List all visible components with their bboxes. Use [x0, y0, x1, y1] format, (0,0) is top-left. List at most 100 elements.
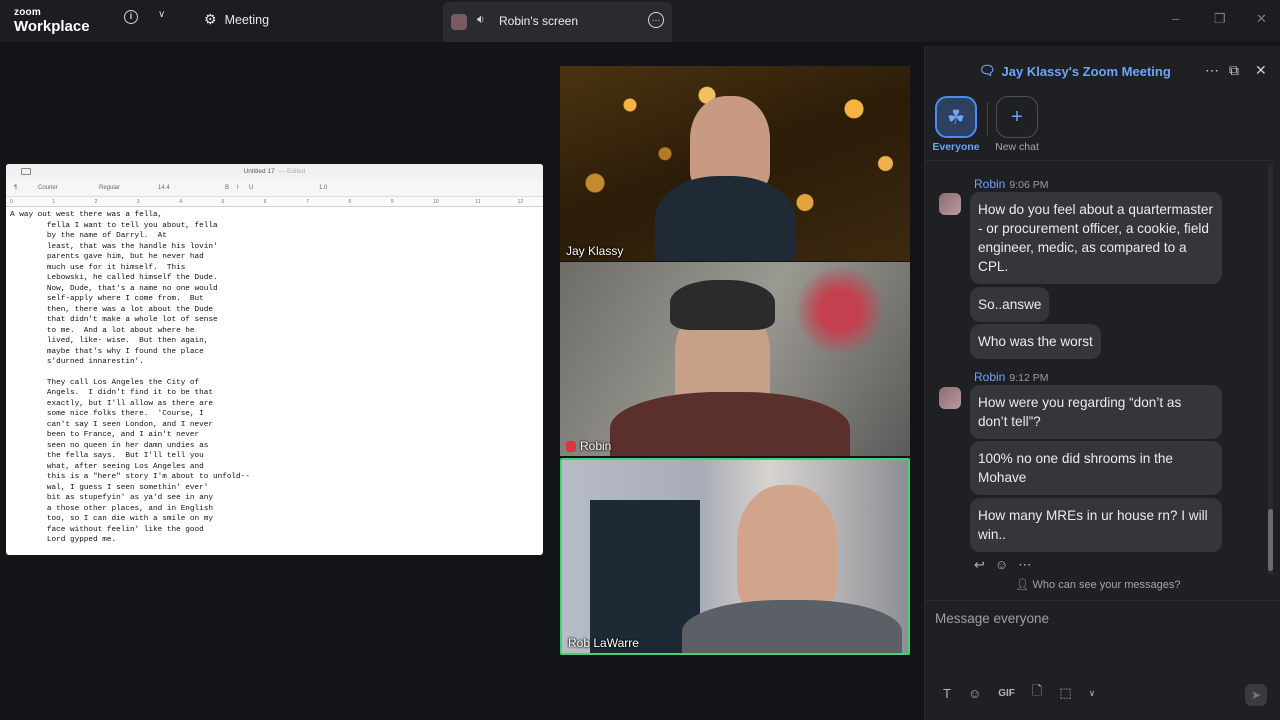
doc-line: then, there was a lot about the Dude: [10, 305, 213, 314]
doc-line: much use for it himself. This: [10, 263, 186, 272]
doc-ruler: 0 1 2 3 4 5 6 7 8 9 10 11 12: [6, 197, 543, 207]
video-tile-rob-lawarre[interactable]: Rob LaWarre: [560, 458, 910, 655]
participant-hat: [670, 280, 775, 330]
doc-toolbar-item[interactable]: Regular: [99, 185, 120, 191]
doc-toolbar-item[interactable]: U: [249, 185, 253, 191]
more-icon[interactable]: ⋯: [1205, 62, 1219, 79]
visibility-info[interactable]: 👤︎ Who can see your messages?: [925, 578, 1271, 591]
mic-muted-icon: [566, 440, 576, 452]
meeting-label: Meeting: [224, 12, 270, 27]
speaker-icon: 🔉︎: [477, 12, 485, 26]
participant-name: Jay Klassy: [566, 244, 623, 258]
doc-line: fella I want to tell you about, fella: [10, 221, 218, 230]
doc-line: They call Los Angeles the City of: [10, 378, 200, 387]
message-time: 9:12 PM: [1009, 372, 1049, 384]
doc-line: Lord gypped me.: [10, 536, 117, 544]
message-bubble[interactable]: How many MREs in ur house rn? I will win…: [970, 498, 1222, 552]
video-tile-jay-klassy[interactable]: Jay Klassy: [560, 66, 910, 261]
meeting-button[interactable]: ⚙ Meeting: [204, 11, 269, 28]
ruler-tick: 3: [136, 199, 140, 205]
doc-line: Angels. I didn't find it to be that: [10, 389, 213, 397]
ruler-tick: 5: [221, 199, 225, 205]
chevron-down-icon[interactable]: ∨: [1089, 688, 1096, 699]
doc-toolbar-item[interactable]: Courier: [38, 185, 58, 191]
channel-label: New chat: [995, 141, 1039, 153]
doc-line: least, that was the handle his lovin': [10, 242, 218, 251]
more-actions-icon[interactable]: ⋯: [1018, 557, 1031, 573]
close-chat-icon[interactable]: ✕: [1255, 62, 1267, 79]
chat-title: 🗨︎ Jay Klassy's Zoom Meeting: [979, 63, 1171, 79]
shared-screen-document: Untitled 17— Edited ¶ Courier Regular 14.4 B…: [6, 164, 543, 555]
emoji-icon[interactable]: ☺: [968, 686, 981, 701]
doc-line: this is a "here" story I'm about to unfo…: [10, 473, 250, 481]
doc-edited: — Edited: [278, 168, 306, 175]
doc-line: some nice folks there. 'Course, I: [10, 410, 204, 418]
ruler-tick: 9: [390, 199, 394, 205]
ruler-tick: 0: [10, 199, 13, 205]
doc-toolbar-item[interactable]: 1.0: [319, 185, 327, 191]
channel-everyone[interactable]: ☘ Everyone: [932, 96, 980, 153]
message-bubble[interactable]: Who was the worst: [970, 324, 1101, 359]
chat-header: 🗨︎ Jay Klassy's Zoom Meeting ⋯ ⧉ ✕: [925, 46, 1280, 94]
pop-out-icon[interactable]: ⧉: [1229, 62, 1239, 79]
doc-line: face without feelin' like the good: [10, 525, 204, 534]
doc-title: Untitled 17: [243, 168, 275, 175]
chevron-down-icon[interactable]: ∨: [158, 9, 165, 20]
doc-line: by the name of Darryl. At: [10, 232, 167, 240]
message-bubble[interactable]: So..answe: [970, 287, 1050, 322]
screenshot-icon[interactable]: ⬚: [1059, 685, 1071, 701]
gif-icon[interactable]: GIF: [998, 688, 1015, 699]
avatar: [451, 14, 467, 30]
channel-new-chat[interactable]: + New chat: [995, 96, 1039, 153]
close-icon[interactable]: ✕: [1256, 11, 1267, 27]
message-bubble[interactable]: How do you feel about a quartermaster - …: [970, 192, 1222, 284]
brand-bottom: Workplace: [14, 18, 90, 35]
ruler-tick: 2: [94, 199, 98, 205]
participant-name-label: Rob LaWarre: [568, 636, 639, 650]
ruler-tick: 4: [179, 199, 182, 205]
doc-line: exactly, but I'll allow as there are: [10, 399, 213, 408]
reply-icon[interactable]: ↩: [974, 557, 985, 573]
more-options-icon[interactable]: …: [648, 12, 664, 28]
doc-line: lived, like- wise. But then again,: [10, 337, 209, 345]
message-bubble[interactable]: 100% no one did shrooms in the Mohave: [970, 441, 1222, 495]
message-composer: Message everyone T ☺ GIF 🗋︎ ⬚ ∨ ➤: [925, 600, 1280, 720]
plus-icon: +: [996, 96, 1038, 138]
zoom-logo: zoom Workplace: [14, 7, 90, 35]
ruler-tick: 6: [263, 199, 267, 205]
info-icon[interactable]: i: [124, 10, 138, 24]
participant-name-label: Jay Klassy: [566, 244, 624, 258]
emoji-react-icon[interactable]: ☺: [995, 557, 1008, 573]
screen-share-tab[interactable]: 🔉︎ Robin's screen …: [443, 2, 672, 42]
doc-line: what, after seeing Los Angeles and: [10, 462, 204, 471]
doc-toolbar-item[interactable]: 14.4: [158, 185, 170, 191]
doc-toolbar-item[interactable]: B: [225, 185, 229, 191]
file-icon[interactable]: 🗋︎: [1032, 682, 1042, 704]
minimize-icon[interactable]: –: [1172, 11, 1179, 26]
doc-toolbar-item[interactable]: I: [237, 185, 239, 191]
doc-line: s'durned innarestin'.: [10, 358, 144, 366]
doc-line: A way out west there was a fella,: [10, 211, 163, 219]
chat-bubble-icon: 🗨︎: [979, 63, 996, 78]
doc-line: been to France, and I ain't never: [10, 431, 200, 439]
participant-name: Robin: [566, 439, 611, 453]
doc-toolbar-item[interactable]: ¶: [14, 185, 17, 191]
doc-line: parents gave him, but he never had: [10, 253, 204, 261]
ruler-tick: 7: [306, 199, 309, 205]
doc-line: can't say I seen London, and I never: [10, 420, 213, 429]
video-tile-robin[interactable]: Robin: [560, 262, 910, 456]
text-format-icon[interactable]: T: [943, 686, 951, 701]
chat-scrollbar[interactable]: [1268, 164, 1273, 574]
message-input[interactable]: Message everyone: [935, 611, 1049, 626]
ruler-tick: 12: [517, 199, 524, 205]
brand-top: zoom: [14, 7, 41, 18]
doc-line: a those other places, and in English: [10, 504, 213, 513]
scrollbar-thumb[interactable]: [1268, 509, 1273, 571]
maximize-icon[interactable]: ❐: [1214, 11, 1226, 27]
message-sender: Robin 9:06 PM: [974, 177, 1048, 191]
composer-toolbar: T ☺ GIF 🗋︎ ⬚ ∨: [943, 682, 1095, 704]
message-bubble[interactable]: How were you regarding “don’t as don’t t…: [970, 385, 1222, 439]
doc-toolbar: ¶ Courier Regular 14.4 B I U 1.0: [6, 179, 543, 197]
send-icon[interactable]: ➤: [1245, 684, 1267, 706]
doc-line: to me. And a lot about where he: [10, 326, 195, 335]
